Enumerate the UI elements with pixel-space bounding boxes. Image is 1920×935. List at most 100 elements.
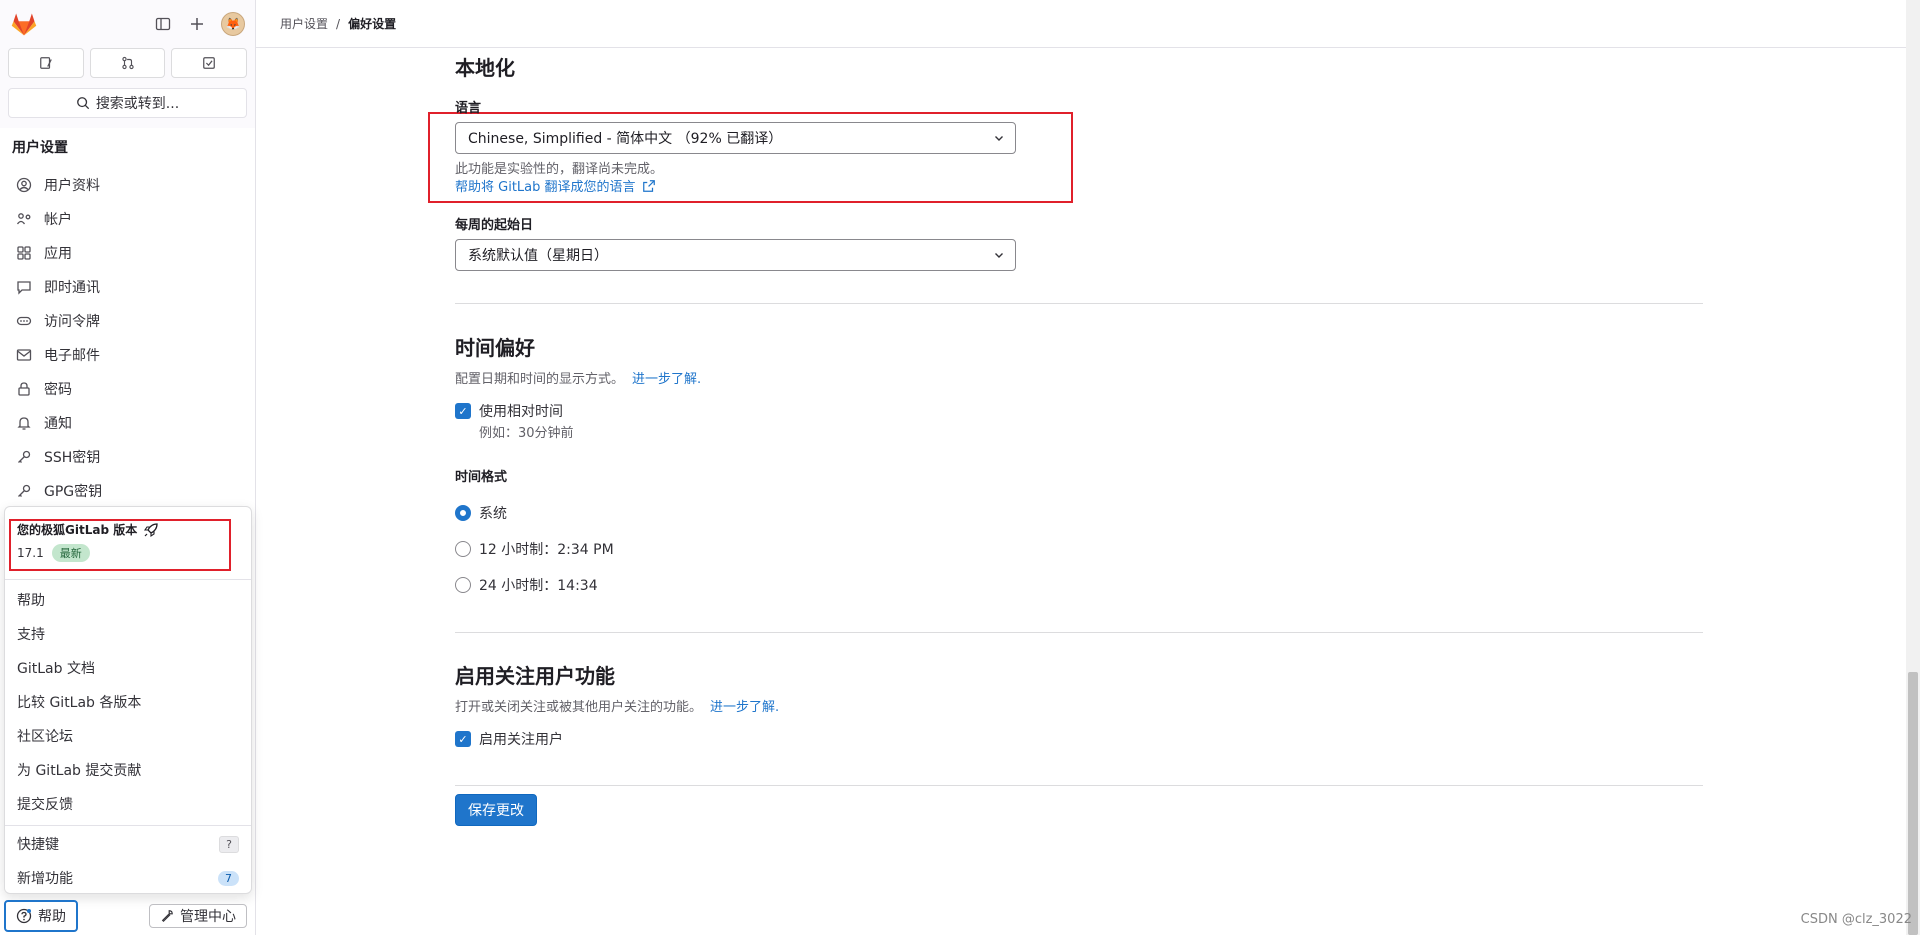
help-button-label: 帮助 (38, 909, 66, 925)
admin-button-label: 管理中心 (180, 909, 236, 925)
time-format-option-system[interactable]: 系统 (455, 503, 507, 523)
issues-counter-button[interactable] (8, 48, 84, 78)
search-button[interactable]: 搜索或转到... (8, 88, 247, 118)
scrollbar-thumb[interactable] (1908, 672, 1918, 935)
menu-item-forum[interactable]: 社区论坛 (5, 719, 251, 753)
sidebar-item-account[interactable]: 帐户 (0, 202, 255, 236)
menu-item-docs[interactable]: GitLab 文档 (5, 651, 251, 685)
sidebar-item-password[interactable]: 密码 (0, 372, 255, 406)
mail-icon (16, 347, 32, 363)
sidebar-item-chat[interactable]: 即时通讯 (0, 270, 255, 304)
relative-time-checkbox-row[interactable]: ✓ 使用相对时间 (455, 401, 563, 421)
user-icon (16, 177, 32, 193)
menu-item-contribute[interactable]: 为 GitLab 提交贡献 (5, 753, 251, 787)
menu-item-help[interactable]: 帮助 (5, 583, 251, 617)
version-info[interactable]: 您的极狐GitLab 版本 17.1 最新 (17, 521, 159, 562)
sidebar: 🦊 搜索或转到... 用户设置 用户资料 帐户 应用 即时通讯 访问令牌 电子邮… (0, 0, 256, 935)
sidebar-item-notifications[interactable]: 通知 (0, 406, 255, 440)
help-button[interactable]: 帮助 (4, 900, 78, 932)
shortcut-key: ? (219, 835, 239, 853)
sidebar-item-label: 访问令牌 (44, 314, 100, 330)
latest-badge: 最新 (51, 544, 90, 562)
toggle-sidebar-icon[interactable] (153, 14, 173, 34)
radio-button[interactable] (455, 505, 471, 521)
sidebar-item-label: 即时通讯 (44, 280, 100, 296)
version-title: 您的极狐GitLab 版本 (17, 523, 138, 537)
divider (5, 825, 251, 826)
help-popover: 您的极狐GitLab 版本 17.1 最新 帮助 支持 GitLab 文档 比较… (4, 506, 252, 894)
menu-item-compare-versions[interactable]: 比较 GitLab 各版本 (5, 685, 251, 719)
sidebar-nav: 用户资料 帐户 应用 即时通讯 访问令牌 电子邮件 密码 通知 SSH密钥 GP… (0, 168, 255, 508)
radio-button[interactable] (455, 577, 471, 593)
sidebar-item-emails[interactable]: 电子邮件 (0, 338, 255, 372)
apps-icon (16, 245, 32, 261)
follow-users-label: 启用关注用户 (479, 732, 563, 748)
scrollbar[interactable] (1906, 0, 1920, 935)
menu-item-support[interactable]: 支持 (5, 617, 251, 651)
week-start-select[interactable]: 系统默认值（星期日） (455, 239, 1016, 271)
sidebar-item-applications[interactable]: 应用 (0, 236, 255, 270)
menu-item-whats-new[interactable]: 新增功能 7 (5, 861, 251, 895)
follow-users-description: 打开或关闭关注或被其他用户关注的功能。 (455, 700, 703, 715)
breadcrumb-parent[interactable]: 用户设置 (280, 15, 328, 32)
menu-item-shortcuts[interactable]: 快捷键 ? (5, 827, 251, 861)
user-avatar[interactable]: 🦊 (221, 12, 245, 36)
shortcuts-label: 快捷键 (17, 837, 59, 853)
save-button[interactable]: 保存更改 (455, 794, 537, 826)
relative-time-example: 例如：30分钟前 (479, 426, 574, 441)
localization-title: 本地化 (455, 56, 515, 80)
sidebar-item-label: 电子邮件 (44, 348, 100, 364)
rocket-icon (144, 522, 158, 537)
sidebar-item-label: 密码 (44, 382, 72, 398)
follow-users-checkbox[interactable]: ✓ (455, 731, 471, 747)
language-label: 语言 (455, 101, 482, 116)
radio-label: 12 小时制：2:34 PM (479, 542, 614, 558)
radio-button[interactable] (455, 541, 471, 557)
sidebar-item-label: GPG密钥 (44, 484, 103, 500)
sidebar-item-label: SSH密钥 (44, 450, 101, 466)
time-preferences-learn-more-link[interactable]: 进一步了解. (632, 368, 701, 387)
time-preferences-title: 时间偏好 (455, 336, 535, 360)
relative-time-label: 使用相对时间 (479, 404, 563, 420)
section-divider (455, 632, 1703, 633)
sidebar-item-gpg-keys[interactable]: GPG密钥 (0, 474, 255, 508)
account-icon (16, 211, 32, 227)
sidebar-item-label: 通知 (44, 416, 72, 432)
language-select[interactable]: Chinese, Simplified - 简体中文 （92% 已翻译） (455, 122, 1016, 154)
plus-icon[interactable] (187, 14, 207, 34)
translate-link[interactable]: 帮助将 GitLab 翻译成您的语言 (455, 176, 656, 195)
follow-users-title: 启用关注用户功能 (455, 664, 615, 688)
follow-users-checkbox-row[interactable]: ✓ 启用关注用户 (455, 729, 563, 749)
search-icon (76, 97, 89, 110)
chevron-down-icon (995, 136, 1003, 141)
time-format-option-12h[interactable]: 12 小时制：2:34 PM (455, 539, 614, 559)
sidebar-item-ssh-keys[interactable]: SSH密钥 (0, 440, 255, 474)
sidebar-section-title: 用户设置 (12, 140, 68, 156)
follow-users-learn-more-link[interactable]: 进一步了解. (710, 696, 779, 715)
search-label: 搜索或转到... (95, 96, 180, 112)
todos-counter-button[interactable] (171, 48, 248, 78)
whats-new-count: 7 (218, 870, 239, 886)
time-format-option-24h[interactable]: 24 小时制：14:34 (455, 575, 598, 595)
radio-label: 系统 (479, 506, 507, 522)
section-divider (455, 785, 1703, 786)
translate-link-label: 帮助将 GitLab 翻译成您的语言 (455, 180, 636, 195)
question-icon (16, 908, 32, 924)
admin-area-button[interactable]: 管理中心 (149, 904, 247, 928)
breadcrumb-current[interactable]: 偏好设置 (348, 15, 396, 32)
week-start-label: 每周的起始日 (455, 218, 534, 233)
relative-time-checkbox[interactable]: ✓ (455, 403, 471, 419)
key-icon (16, 449, 32, 465)
merge-requests-counter-button[interactable] (89, 48, 166, 78)
menu-item-feedback[interactable]: 提交反馈 (5, 787, 251, 821)
sidebar-item-access-tokens[interactable]: 访问令牌 (0, 304, 255, 338)
time-preferences-description: 配置日期和时间的显示方式。 (455, 372, 625, 387)
week-start-select-value: 系统默认值（星期日） (468, 248, 608, 264)
wrench-icon (161, 910, 173, 923)
breadcrumb-separator: / (336, 16, 341, 31)
sidebar-item-profile[interactable]: 用户资料 (0, 168, 255, 202)
key-icon (16, 483, 32, 499)
issues-icon (39, 57, 52, 69)
chevron-down-icon (995, 253, 1003, 258)
gitlab-logo-icon[interactable] (10, 10, 38, 38)
